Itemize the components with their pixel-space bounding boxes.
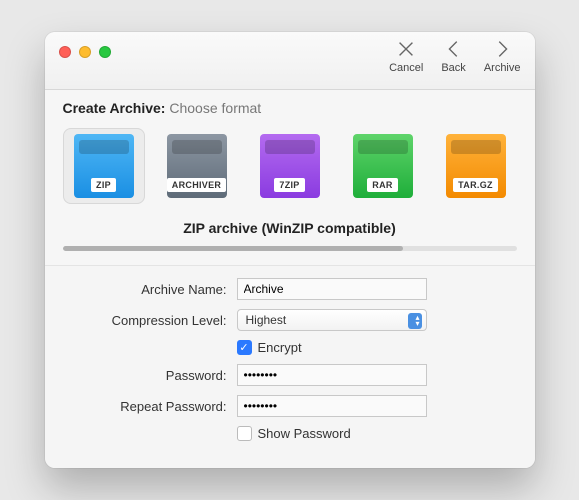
checkbox-icon: ✓ [237, 340, 252, 355]
cancel-button[interactable]: Cancel [389, 38, 423, 74]
back-button[interactable]: Back [441, 38, 465, 74]
archive-label: Archive [484, 62, 521, 74]
close-icon [395, 38, 417, 60]
archive-name-label: Archive Name: [67, 282, 237, 297]
header-subtitle: Choose format [169, 100, 261, 116]
archive-settings-form: Archive Name: Compression Level: Highest… [45, 265, 535, 468]
window-controls [59, 46, 111, 58]
progress-fill [63, 246, 404, 251]
format-label: ZIP [91, 178, 116, 192]
compression-level-value: Highest [246, 313, 287, 327]
checkbox-icon [237, 426, 252, 441]
repeat-password-label: Repeat Password: [67, 399, 237, 414]
chevron-left-icon [443, 38, 465, 60]
format-7zip[interactable]: 7ZIP [249, 128, 331, 204]
format-targz[interactable]: TAR.GZ [435, 128, 517, 204]
format-label: RAR [367, 178, 397, 192]
sevenzip-icon: 7ZIP [260, 134, 320, 198]
encrypt-label: Encrypt [258, 340, 302, 355]
format-rar[interactable]: RAR [342, 128, 424, 204]
header: Create Archive: Choose format [45, 90, 535, 124]
header-title: Create Archive: [63, 100, 166, 116]
zip-icon: ZIP [74, 134, 134, 198]
toolbar: Cancel Back Archive [389, 38, 520, 74]
format-label: 7ZIP [274, 178, 304, 192]
minimize-window-button[interactable] [79, 46, 91, 58]
show-password-label: Show Password [258, 426, 351, 441]
password-label: Password: [67, 368, 237, 383]
archive-button[interactable]: Archive [484, 38, 521, 74]
back-label: Back [441, 62, 465, 74]
format-description: ZIP archive (WinZIP compatible) [45, 214, 535, 246]
titlebar: Cancel Back Archive [45, 32, 535, 90]
chevron-right-icon [491, 38, 513, 60]
format-label: ARCHIVER [167, 178, 226, 192]
chevron-updown-icon: ▴▾ [415, 315, 419, 327]
format-archiver[interactable]: ARCHIVER [156, 128, 238, 204]
progress-bar [63, 246, 517, 251]
encrypt-checkbox[interactable]: ✓ Encrypt [237, 340, 513, 355]
targz-icon: TAR.GZ [446, 134, 506, 198]
cancel-label: Cancel [389, 62, 423, 74]
format-label: TAR.GZ [453, 178, 498, 192]
repeat-password-input[interactable] [237, 395, 427, 417]
show-password-checkbox[interactable]: Show Password [237, 426, 513, 441]
rar-icon: RAR [353, 134, 413, 198]
archive-name-input[interactable] [237, 278, 427, 300]
create-archive-window: Cancel Back Archive Create Archive: Choo… [45, 32, 535, 468]
format-list: ZIP ARCHIVER 7ZIP RAR TAR.GZ [45, 124, 535, 214]
compression-level-select[interactable]: Highest ▴▾ [237, 309, 427, 331]
format-zip[interactable]: ZIP [63, 128, 145, 204]
compression-level-label: Compression Level: [67, 313, 237, 328]
password-input[interactable] [237, 364, 427, 386]
archiver-icon: ARCHIVER [167, 134, 227, 198]
close-window-button[interactable] [59, 46, 71, 58]
zoom-window-button[interactable] [99, 46, 111, 58]
